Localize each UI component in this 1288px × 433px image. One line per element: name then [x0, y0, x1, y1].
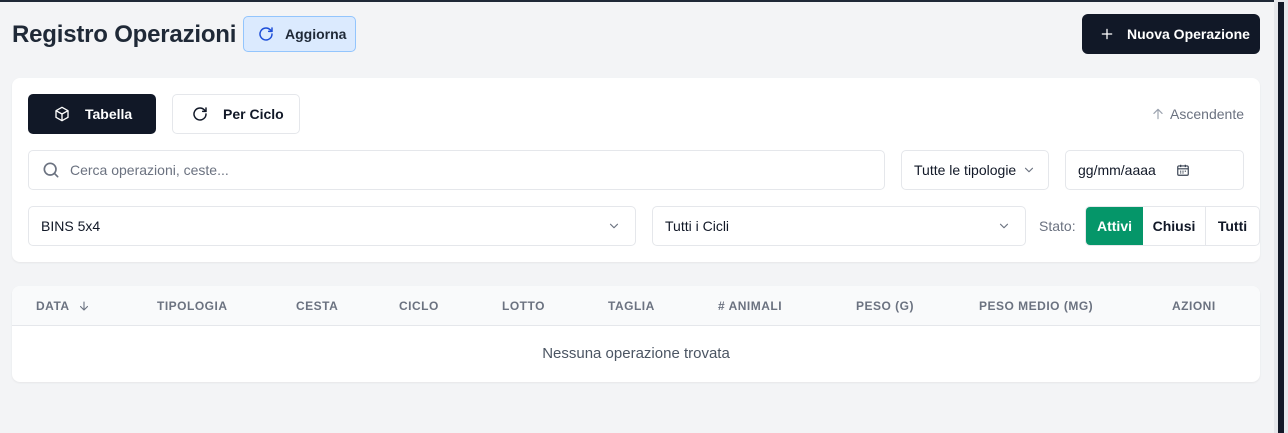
bins-select[interactable]: BINS 5x4	[28, 206, 636, 246]
column-header-label: DATA	[36, 299, 70, 313]
view-table-label: Tabella	[85, 106, 133, 122]
view-table-button[interactable]: Tabella	[28, 94, 156, 134]
status-option-tutti[interactable]: Tutti	[1206, 207, 1259, 245]
column-header-peso[interactable]: PESO (G)	[856, 299, 914, 313]
sort-order-toggle[interactable]: Ascendente	[1151, 106, 1244, 122]
date-input[interactable]: gg/mm/aaaa	[1065, 150, 1244, 190]
search-field[interactable]	[28, 150, 885, 190]
column-header-cesta[interactable]: CESTA	[296, 299, 338, 313]
status-option-chiusi[interactable]: Chiusi	[1143, 207, 1206, 245]
plus-icon	[1100, 27, 1114, 41]
filters-card: Tabella Per Ciclo Ascendente Tutte le ti…	[12, 78, 1260, 262]
scrollbar[interactable]	[1274, 0, 1288, 433]
chevron-down-icon	[607, 219, 621, 233]
date-placeholder: gg/mm/aaaa	[1078, 162, 1156, 178]
column-header-taglia[interactable]: TAGLIA	[608, 299, 655, 313]
refresh-button[interactable]: Aggiorna	[243, 16, 356, 52]
page-header: Registro Operazioni Aggiorna Nuova Opera…	[12, 14, 1260, 54]
view-cycle-label: Per Ciclo	[223, 106, 284, 122]
chevron-down-icon	[1022, 163, 1036, 177]
column-header-ciclo[interactable]: CICLO	[399, 299, 439, 313]
column-header-tipologia[interactable]: TIPOLOGIA	[157, 299, 228, 313]
view-cycle-button[interactable]: Per Ciclo	[172, 94, 300, 134]
column-header-lotto[interactable]: LOTTO	[502, 299, 545, 313]
empty-state-message: Nessuna operazione trovata	[542, 345, 730, 362]
chevron-down-icon	[997, 219, 1011, 233]
type-select-value: Tutte le tipologie	[914, 162, 1017, 178]
scrollbar-thumb[interactable]	[1278, 2, 1284, 433]
refresh-icon	[258, 26, 274, 42]
column-header-peso-medio[interactable]: PESO MEDIO (MG)	[979, 299, 1093, 313]
status-filter-group: Attivi Chiusi Tutti	[1085, 206, 1260, 246]
arrow-up-icon	[1151, 107, 1165, 121]
column-header-animali[interactable]: # ANIMALI	[718, 299, 782, 313]
status-filter-label: Stato:	[1039, 218, 1076, 234]
page-title: Registro Operazioni	[12, 21, 237, 48]
sort-order-label: Ascendente	[1170, 106, 1244, 122]
column-header-data[interactable]: DATA	[36, 299, 90, 313]
cycles-select-value: Tutti i Cicli	[665, 218, 730, 234]
arrow-down-icon	[78, 300, 90, 312]
type-select[interactable]: Tutte le tipologie	[901, 150, 1049, 190]
column-header-azioni: AZIONI	[1172, 299, 1216, 313]
calendar-icon[interactable]	[1176, 163, 1190, 177]
table-header: DATA TIPOLOGIA CESTA CICLO LOTTO TAGLIA …	[12, 286, 1260, 326]
new-operation-label: Nuova Operazione	[1127, 26, 1250, 42]
new-operation-button[interactable]: Nuova Operazione	[1082, 14, 1260, 54]
status-option-attivi[interactable]: Attivi	[1086, 207, 1143, 245]
window-top-border	[0, 0, 1288, 2]
bins-select-value: BINS 5x4	[41, 218, 101, 234]
search-icon	[41, 160, 61, 180]
cube-icon	[54, 106, 70, 122]
refresh-button-label: Aggiorna	[285, 26, 347, 42]
operations-table: DATA TIPOLOGIA CESTA CICLO LOTTO TAGLIA …	[12, 286, 1260, 382]
search-input[interactable]	[70, 162, 850, 178]
cycles-select[interactable]: Tutti i Cicli	[652, 206, 1026, 246]
refresh-icon	[192, 106, 208, 122]
